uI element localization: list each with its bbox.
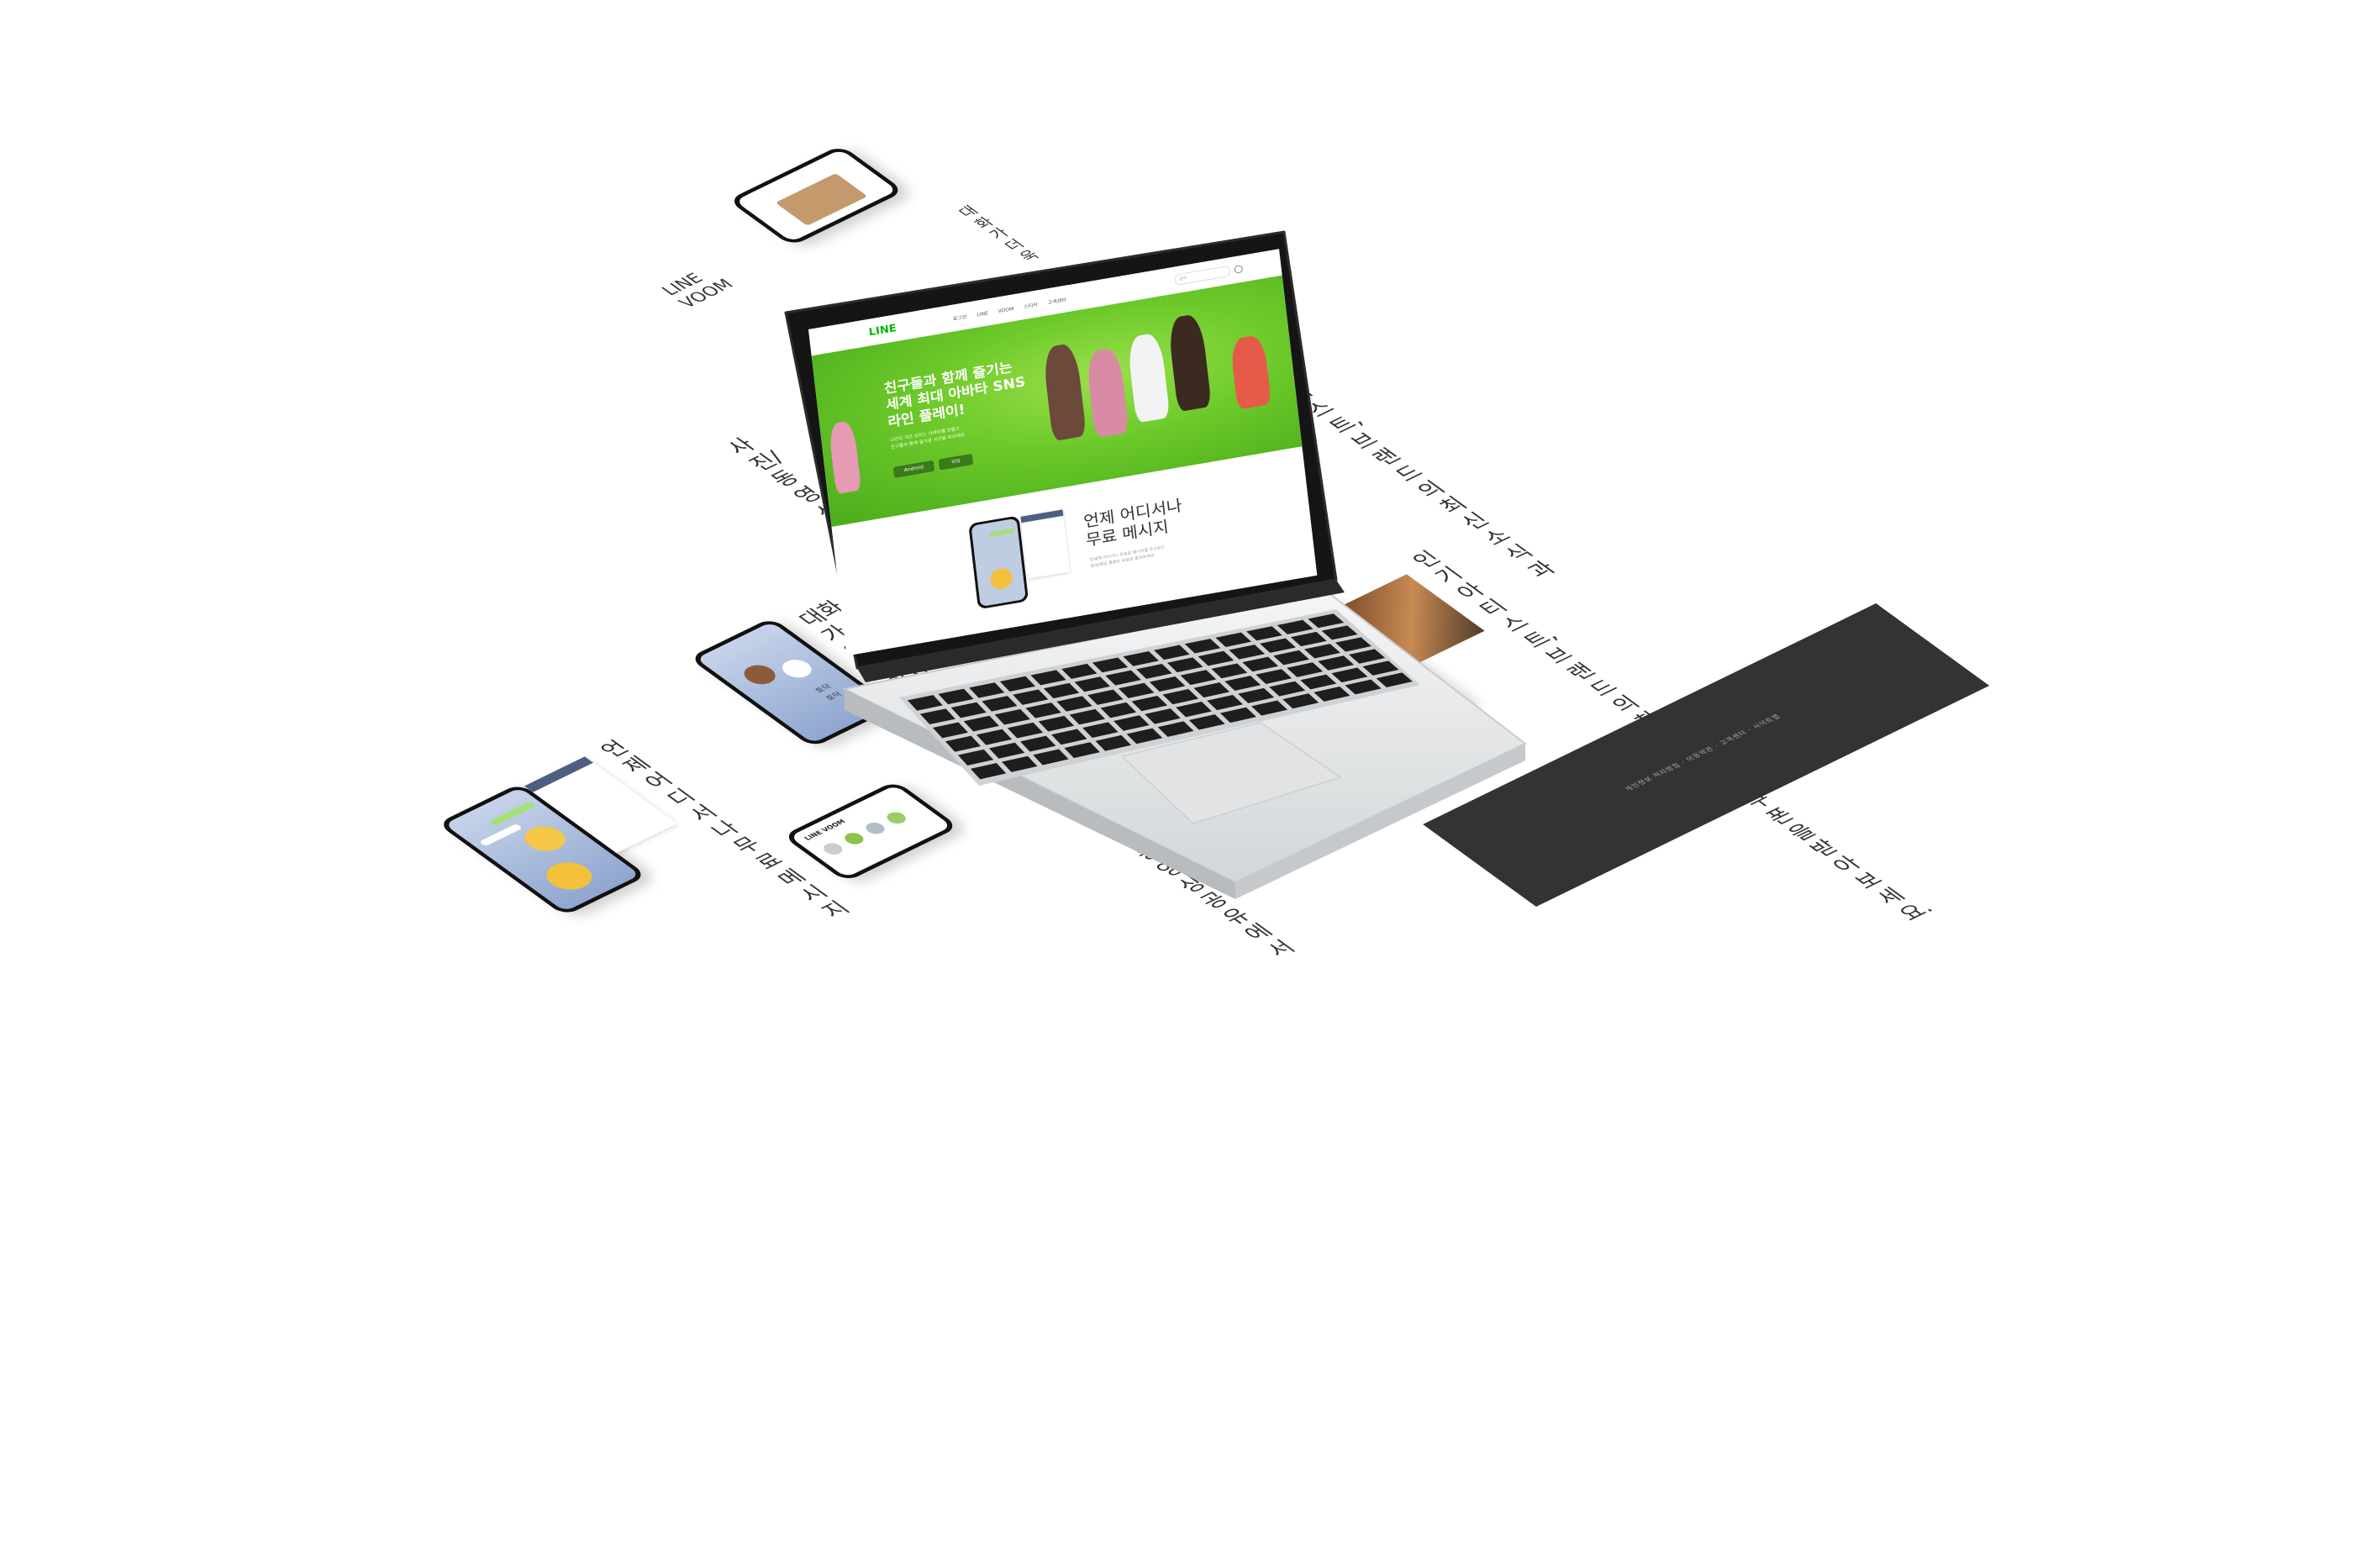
section-description: 전세계 어디서나 무료로 메시지를 주고받고 음성/영상 통화도 무료로 즐겨보… — [1089, 545, 1166, 569]
avatar-character — [1229, 334, 1271, 410]
chat-bubble — [988, 528, 1015, 538]
avatar-character — [1041, 342, 1087, 442]
android-download-button[interactable]: Android — [892, 460, 935, 478]
search-placeholder: 검색 — [1178, 276, 1187, 282]
avatar-character — [1085, 346, 1129, 439]
sally-sticker — [989, 566, 1013, 591]
line-logo[interactable]: LINE — [868, 323, 898, 339]
section-phone-mockup — [968, 515, 1029, 610]
panel-header — [1020, 509, 1064, 524]
section-title: 언제 어디서나 무료 메시지 — [1082, 495, 1183, 550]
hero-title: 친구들과 함께 즐기는 세계 최대 아바타 SNS 라인 플레이! — [882, 360, 1027, 430]
search-input[interactable]: 검색 — [1174, 265, 1231, 286]
laptop-lid — [784, 230, 1338, 670]
search-icon[interactable] — [1234, 265, 1244, 274]
avatar-character — [828, 419, 862, 495]
avatar-character — [1126, 331, 1171, 424]
section-panel — [1020, 509, 1071, 579]
avatar-character — [1166, 313, 1212, 413]
ios-download-button[interactable]: iOS — [938, 453, 974, 471]
chat-screen — [971, 518, 1026, 608]
